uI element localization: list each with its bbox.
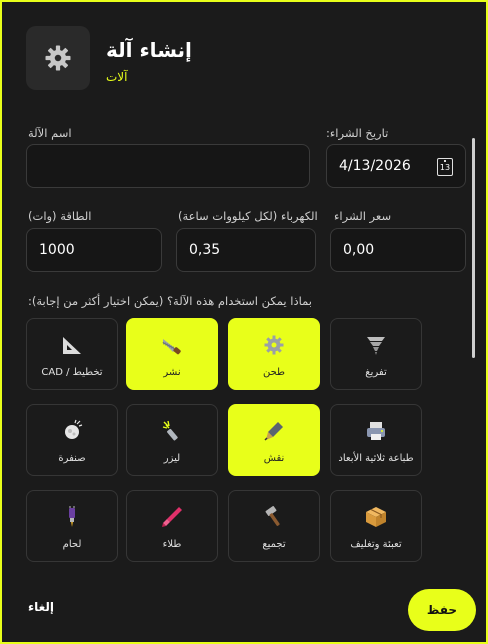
- option-cad[interactable]: CAD / تخطيط: [26, 318, 118, 390]
- electricity-label: الكهرباء (لكل كيلووات ساعة): [178, 209, 318, 223]
- set-square-icon: [60, 333, 84, 357]
- power-label: الطاقة (وات): [28, 209, 92, 223]
- option-label: CAD / تخطيط: [41, 367, 103, 378]
- option-engraving[interactable]: نقش: [228, 404, 320, 476]
- gear-icon: [262, 333, 286, 357]
- option-label: تفريغ: [365, 367, 387, 378]
- paintbrush-icon: [160, 505, 184, 529]
- save-button[interactable]: حفظ: [408, 589, 476, 631]
- option-vacuum[interactable]: تفريغ: [330, 318, 422, 390]
- hammer-icon: [262, 505, 286, 529]
- option-packaging[interactable]: تعبئة وتغليف: [330, 490, 422, 562]
- option-3d-printing[interactable]: طباعة ثلاثية الأبعاد: [330, 404, 422, 476]
- soldering-iron-icon: [60, 505, 84, 529]
- engraving-pen-icon: [262, 419, 286, 443]
- machine-name-label: اسم الآلة: [28, 126, 72, 140]
- machine-name-input[interactable]: [26, 144, 310, 188]
- calendar-icon[interactable]: 13: [437, 158, 453, 176]
- option-label: طلاء: [162, 539, 182, 550]
- saw-icon: [160, 333, 184, 357]
- option-label: ليزر: [163, 453, 181, 464]
- printer-icon: [364, 419, 388, 443]
- option-label: تجميع: [262, 539, 286, 550]
- package-icon: [364, 505, 388, 529]
- option-label: صنفرة: [58, 453, 86, 464]
- option-sanding[interactable]: صنفرة: [26, 404, 118, 476]
- dialog-subtitle: آلات: [106, 70, 128, 84]
- dialog-title: إنشاء آلة: [106, 38, 192, 62]
- scrollbar[interactable]: [472, 138, 475, 358]
- option-painting[interactable]: طلاء: [126, 490, 218, 562]
- purchase-price-label: سعر الشراء: [334, 209, 392, 223]
- usage-question: :بماذا يمكن استخدام هذه الآلة؟ (يمكن اخت…: [28, 294, 312, 308]
- header-gear-icon: [26, 26, 90, 90]
- power-input[interactable]: 1000: [26, 228, 162, 272]
- option-label: طباعة ثلاثية الأبعاد: [338, 453, 414, 464]
- option-label: تعبئة وتغليف: [350, 539, 402, 550]
- tornado-icon: [364, 333, 388, 357]
- cancel-button[interactable]: إلغاء: [28, 600, 54, 614]
- option-soldering[interactable]: لحام: [26, 490, 118, 562]
- sander-icon: [60, 419, 84, 443]
- option-milling[interactable]: طحن: [228, 318, 320, 390]
- option-assembly[interactable]: تجميع: [228, 490, 320, 562]
- laser-icon: [160, 419, 184, 443]
- purchase-date-label: :تاريخ الشراء: [326, 126, 389, 140]
- purchase-date-value: 4/13/2026: [339, 158, 411, 174]
- electricity-input[interactable]: 0,35: [176, 228, 316, 272]
- purchase-price-input[interactable]: 0,00: [330, 228, 466, 272]
- option-label: نقش: [263, 453, 285, 464]
- option-sawing[interactable]: نشر: [126, 318, 218, 390]
- option-label: نشر: [163, 367, 181, 378]
- option-label: لحام: [62, 539, 82, 550]
- create-machine-dialog: إنشاء آلة آلات اسم الآلة :تاريخ الشراء 4…: [0, 0, 488, 644]
- purchase-date-input[interactable]: 4/13/2026 13: [326, 144, 466, 188]
- option-laser[interactable]: ليزر: [126, 404, 218, 476]
- option-label: طحن: [262, 367, 286, 378]
